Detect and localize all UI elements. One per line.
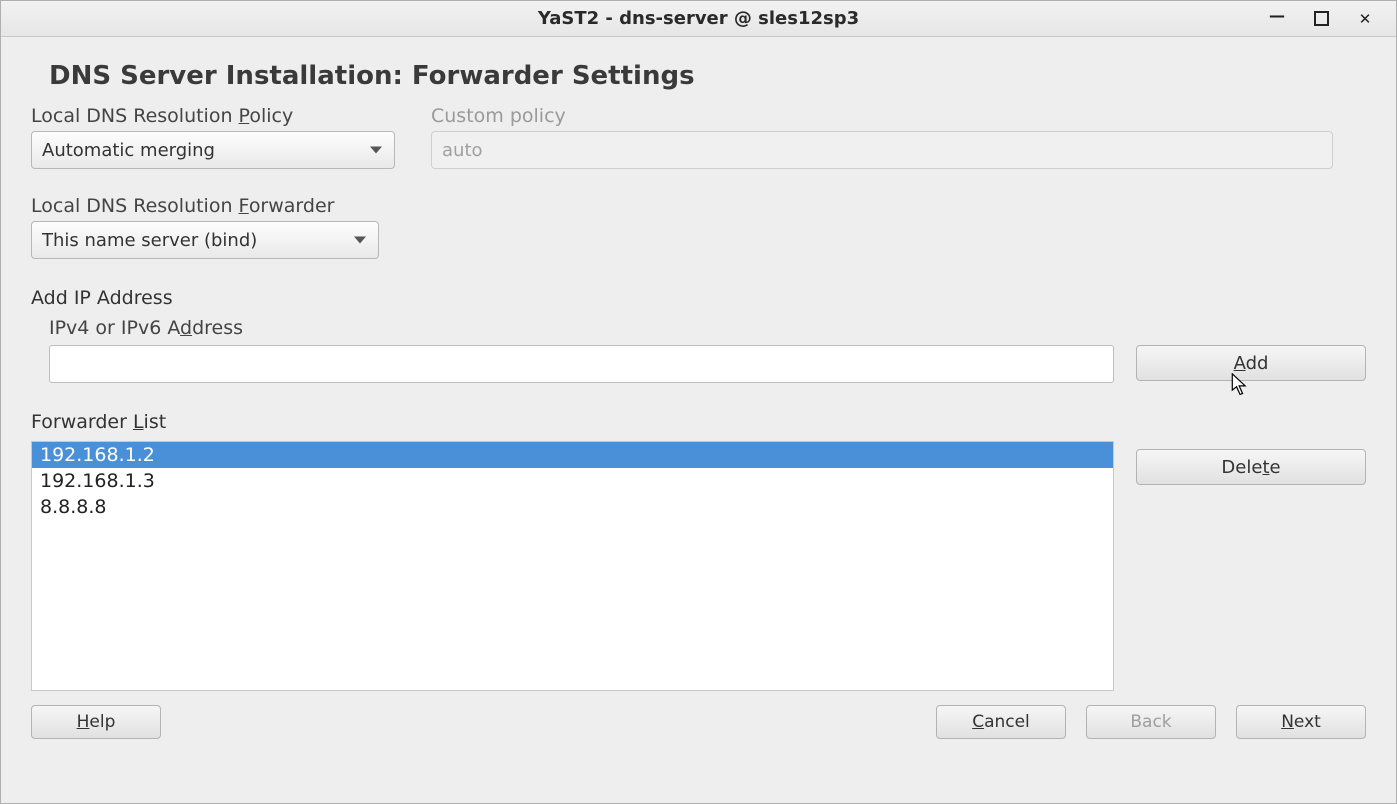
- titlebar: YaST2 - dns-server @ sles12sp3: [1, 1, 1396, 37]
- cancel-button[interactable]: Cancel: [936, 705, 1066, 739]
- policy-col: Local DNS Resolution Policy Automatic me…: [31, 105, 395, 169]
- list-item[interactable]: 192.168.1.2: [32, 442, 1113, 468]
- ip-address-label: IPv4 or IPv6 Address: [49, 317, 1366, 339]
- custom-policy-value: auto: [442, 140, 483, 161]
- ip-row: Add: [49, 345, 1366, 383]
- list-item[interactable]: 192.168.1.3: [32, 468, 1113, 494]
- forwarder-list-buttons: Delete: [1136, 411, 1366, 485]
- forwarder-select[interactable]: This name server (bind): [31, 221, 379, 259]
- forwarder-list-label: Forwarder List: [31, 411, 1114, 433]
- custom-policy-field: auto: [431, 131, 1333, 169]
- window-controls: [1268, 10, 1396, 28]
- policy-label: Local DNS Resolution Policy: [31, 105, 395, 127]
- next-button[interactable]: Next: [1236, 705, 1366, 739]
- add-button[interactable]: Add: [1136, 345, 1366, 381]
- add-ip-section-label: Add IP Address: [31, 287, 1366, 309]
- page-title: DNS Server Installation: Forwarder Setti…: [49, 61, 1366, 91]
- policy-select[interactable]: Automatic merging: [31, 131, 395, 169]
- add-ip-section: Add IP Address IPv4 or IPv6 Address Add: [31, 287, 1366, 383]
- forwarder-list[interactable]: 192.168.1.2192.168.1.38.8.8.8: [31, 441, 1114, 691]
- maximize-button[interactable]: [1312, 10, 1330, 28]
- help-button[interactable]: Help: [31, 705, 161, 739]
- chevron-down-icon: [370, 147, 382, 154]
- policy-select-value: Automatic merging: [42, 140, 215, 161]
- button-bar: Help Cancel Back Next: [31, 705, 1366, 739]
- minimize-button[interactable]: [1268, 10, 1286, 28]
- window: YaST2 - dns-server @ sles12sp3 DNS Serve…: [0, 0, 1397, 804]
- window-title: YaST2 - dns-server @ sles12sp3: [1, 8, 1396, 29]
- close-button[interactable]: [1356, 10, 1374, 28]
- forwarder-list-col: Forwarder List 192.168.1.2192.168.1.38.8…: [31, 411, 1114, 691]
- delete-button[interactable]: Delete: [1136, 449, 1366, 485]
- chevron-down-icon: [354, 237, 366, 244]
- add-ip-inner: IPv4 or IPv6 Address Add: [31, 317, 1366, 383]
- forwarder-col: Local DNS Resolution Forwarder This name…: [31, 195, 1366, 287]
- custom-policy-label: Custom policy: [431, 105, 1366, 127]
- ip-address-input[interactable]: [49, 345, 1114, 383]
- forwarder-label: Local DNS Resolution Forwarder: [31, 195, 1366, 217]
- back-button[interactable]: Back: [1086, 705, 1216, 739]
- custom-policy-col: Custom policy auto: [431, 105, 1366, 169]
- forwarder-list-row: Forwarder List 192.168.1.2192.168.1.38.8…: [31, 411, 1366, 691]
- list-item[interactable]: 8.8.8.8: [32, 494, 1113, 520]
- forwarder-select-value: This name server (bind): [42, 230, 257, 251]
- client-area: DNS Server Installation: Forwarder Setti…: [1, 37, 1396, 803]
- policy-row: Local DNS Resolution Policy Automatic me…: [31, 105, 1366, 169]
